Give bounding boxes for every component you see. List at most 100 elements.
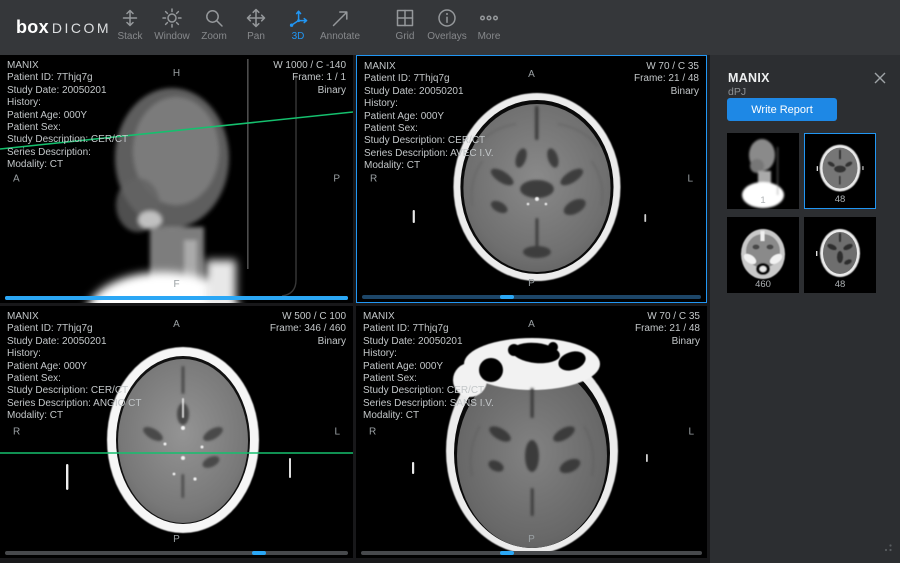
orientation-marker-bottom: P xyxy=(173,534,180,545)
patient-info-overlay: MANIX Patient ID: 7Thjq7g Study Date: 2005… xyxy=(364,61,494,173)
info-line: Patient Age: 000Y xyxy=(7,360,88,372)
box-dicom-logo: box DICOM xyxy=(16,17,111,38)
orientation-marker-right: L xyxy=(687,173,693,185)
toolbar: Stack Window Zoom Pan 3D Annotate Grid O… xyxy=(109,7,510,42)
viewport-top-left-scout[interactable]: MANIX Patient ID: 7Thjq7g Study Date: 2005… xyxy=(0,55,353,303)
orientation-marker-right: L xyxy=(334,426,340,438)
study-subtitle: dPJ xyxy=(728,86,747,98)
info-line: Series Description: AVEC I.V. xyxy=(364,147,494,159)
more-icon xyxy=(479,15,499,21)
orientation-marker-top: A xyxy=(528,319,535,330)
grid-icon xyxy=(396,9,414,27)
zoom-icon xyxy=(206,10,223,27)
info-line: Patient Sex: xyxy=(7,373,61,385)
patient-info-overlay: MANIX Patient ID: 7Thjq7g Study Date: 2005… xyxy=(7,311,141,423)
info-line: MANIX xyxy=(364,61,396,72)
frame-scrollbar[interactable] xyxy=(5,551,348,555)
window-icon xyxy=(162,8,182,28)
info-line: Study Description: CER/CT xyxy=(363,385,485,397)
tool-window[interactable]: Window xyxy=(151,7,193,42)
frame-scrollbar-thumb[interactable] xyxy=(500,551,514,555)
series-thumbnail-avec-iv[interactable]: 48 xyxy=(804,133,876,209)
orientation-marker-right: P xyxy=(333,173,340,185)
tool-zoom[interactable]: Zoom xyxy=(193,7,235,42)
tool-label: Stack xyxy=(117,31,143,42)
info-line: Series Description: ANGIO CT xyxy=(7,397,142,409)
patient-info-overlay: MANIX Patient ID: 7Thjq7g Study Date: 2005… xyxy=(363,311,494,423)
tool-label: 3D xyxy=(291,31,305,42)
series-thumbnail-grid: 1 48 460 48 xyxy=(727,133,876,293)
info-line: History: xyxy=(364,98,398,110)
tool-label: Grid xyxy=(395,31,415,42)
info-line: History: xyxy=(7,97,41,109)
tool-label: Pan xyxy=(247,31,265,42)
tool-stack[interactable]: Stack xyxy=(109,7,151,42)
info-line: MANIX xyxy=(7,311,39,322)
info-line: Patient ID: 7Thjq7g xyxy=(363,323,449,335)
info-line: Study Date: 20050201 xyxy=(7,84,107,96)
viewport-bottom-left-angio[interactable]: MANIX Patient ID: 7Thjq7g Study Date: 2005… xyxy=(0,306,353,558)
app-header: box DICOM Stack Window Zoom Pan 3D Annota… xyxy=(0,0,900,55)
tool-more[interactable]: More xyxy=(468,7,510,42)
series-thumbnail-scout[interactable]: 1 xyxy=(727,133,799,209)
series-thumbnail-sans-iv[interactable]: 48 xyxy=(804,217,876,293)
stack-icon xyxy=(122,9,138,27)
close-panel-button[interactable] xyxy=(874,71,886,84)
series-panel: MANIX dPJ Write Report 1 48 460 48 xyxy=(710,55,900,563)
info-line: Patient Sex: xyxy=(364,123,418,135)
pan-icon xyxy=(246,8,266,28)
info-line: W 1000 / C -140 xyxy=(273,60,346,71)
brand-text: box xyxy=(16,17,49,37)
viewport-bottom-right-axial[interactable]: MANIX Patient ID: 7Thjq7g Study Date: 2005… xyxy=(356,306,707,558)
tool-3d[interactable]: 3D xyxy=(277,7,319,42)
info-line: Modality: CT xyxy=(363,410,420,422)
frame-scrollbar[interactable] xyxy=(361,551,702,555)
write-report-button[interactable]: Write Report xyxy=(727,98,837,121)
orientation-marker-left: R xyxy=(369,426,377,438)
info-line: Study Description: CER/CT xyxy=(7,385,129,397)
annotate-icon xyxy=(332,11,348,27)
info-line: Patient Age: 000Y xyxy=(364,110,445,122)
patient-info-overlay: MANIX Patient ID: 7Thjq7g Study Date: 2005… xyxy=(7,60,128,172)
tool-annotate[interactable]: Annotate xyxy=(319,7,361,42)
tool-label: Annotate xyxy=(319,31,361,42)
orientation-marker-top: A xyxy=(528,69,535,80)
tool-label: Overlays xyxy=(427,31,467,42)
info-line: W 500 / C 100 xyxy=(282,311,346,322)
info-line: Frame: 21 / 48 xyxy=(634,323,700,335)
info-line: Series Description: SANS I.V. xyxy=(363,397,494,409)
orientation-marker-left: R xyxy=(370,173,378,185)
resize-grip[interactable] xyxy=(884,543,893,552)
thumbnail-label: 48 xyxy=(834,194,846,205)
frame-scrollbar-thumb[interactable] xyxy=(252,551,267,555)
tool-overlays[interactable]: Overlays xyxy=(426,7,468,42)
tool-grid[interactable]: Grid xyxy=(384,7,426,42)
info-line: History: xyxy=(7,348,41,360)
info-line: Study Description: CER/CT xyxy=(7,134,129,146)
tool-pan[interactable]: Pan xyxy=(235,7,277,42)
frame-scrollbar[interactable] xyxy=(362,295,701,299)
frame-scrollbar-thumb[interactable] xyxy=(5,296,348,300)
frame-scrollbar-thumb[interactable] xyxy=(500,295,515,299)
info-line: Study Date: 20050201 xyxy=(364,85,464,97)
info-line: Patient Age: 000Y xyxy=(363,360,444,372)
tool-label: Window xyxy=(154,31,190,42)
info-line: Series Description: xyxy=(7,146,91,158)
frame-scrollbar[interactable] xyxy=(5,296,348,300)
thumbnail-label: 1 xyxy=(760,195,766,206)
orientation-marker-left: R xyxy=(13,426,21,438)
window-level-overlay: W 1000 / C -140 Frame: 1 / 1 Binary xyxy=(273,60,346,97)
viewport-top-right-axial[interactable]: MANIX Patient ID: 7Thjq7g Study Date: 2005… xyxy=(356,55,707,303)
info-line: Patient Age: 000Y xyxy=(7,109,88,121)
overlays-icon xyxy=(438,9,456,27)
orientation-marker-right: L xyxy=(688,426,694,438)
info-line: Binary xyxy=(670,85,699,97)
series-thumbnail-angio[interactable]: 460 xyxy=(727,217,799,293)
orientation-marker-left: A xyxy=(13,173,20,185)
info-line: W 70 / C 35 xyxy=(647,311,700,322)
orientation-marker-bottom: F xyxy=(173,279,180,290)
study-title: MANIX xyxy=(728,71,770,85)
close-icon xyxy=(874,72,886,84)
info-line: Modality: CT xyxy=(364,160,421,172)
info-line: Patient ID: 7Thjq7g xyxy=(364,73,450,85)
